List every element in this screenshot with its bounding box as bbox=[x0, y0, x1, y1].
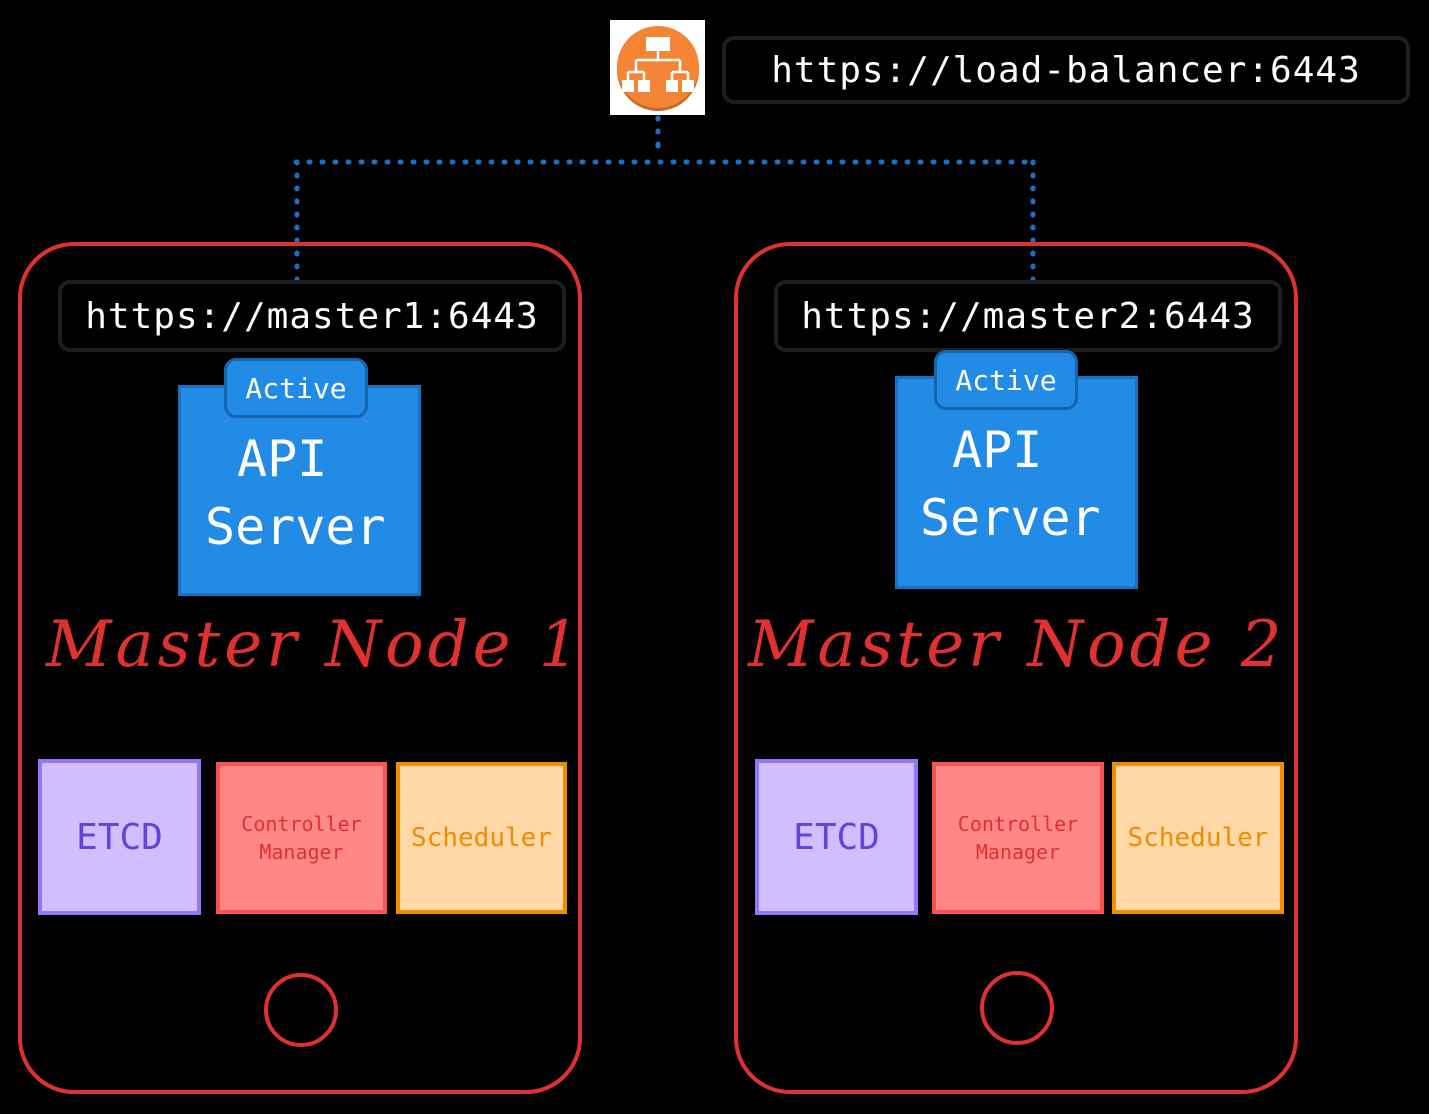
home-button-icon bbox=[980, 971, 1054, 1045]
controller-manager-2[interactable]: Controller Manager bbox=[932, 762, 1104, 914]
home-button-icon bbox=[264, 973, 338, 1047]
api-server-1-line2: Server bbox=[205, 498, 386, 556]
master1-url: https://master1:6443 bbox=[58, 280, 566, 352]
master2-url: https://master2:6443 bbox=[774, 280, 1282, 352]
controller-manager-1-line2: Manager bbox=[259, 840, 344, 864]
api-server-2-status-badge: Active bbox=[934, 350, 1078, 410]
controller-manager-1-line1: Controller bbox=[241, 812, 362, 836]
master-node-1-label: Master Node 1 bbox=[46, 608, 584, 682]
scheduler-2[interactable]: Scheduler bbox=[1112, 762, 1284, 914]
api-server-2-line2: Server bbox=[920, 489, 1101, 547]
api-server-2-line1: API bbox=[952, 421, 1043, 479]
etcd-2[interactable]: ETCD bbox=[755, 759, 918, 915]
scheduler-1[interactable]: Scheduler bbox=[396, 762, 567, 914]
api-server-1-line1: API bbox=[237, 430, 328, 488]
load-balancer-url: https://load-balancer:6443 bbox=[722, 36, 1410, 104]
load-balancer-icon bbox=[610, 20, 705, 115]
controller-manager-2-line1: Controller bbox=[957, 812, 1079, 836]
controller-manager-2-line2: Manager bbox=[975, 840, 1061, 864]
api-server-1-status-badge: Active bbox=[224, 358, 368, 418]
controller-manager-1[interactable]: Controller Manager bbox=[216, 762, 387, 914]
master-node-2-label: Master Node 2 bbox=[748, 608, 1286, 682]
etcd-1[interactable]: ETCD bbox=[38, 759, 201, 915]
